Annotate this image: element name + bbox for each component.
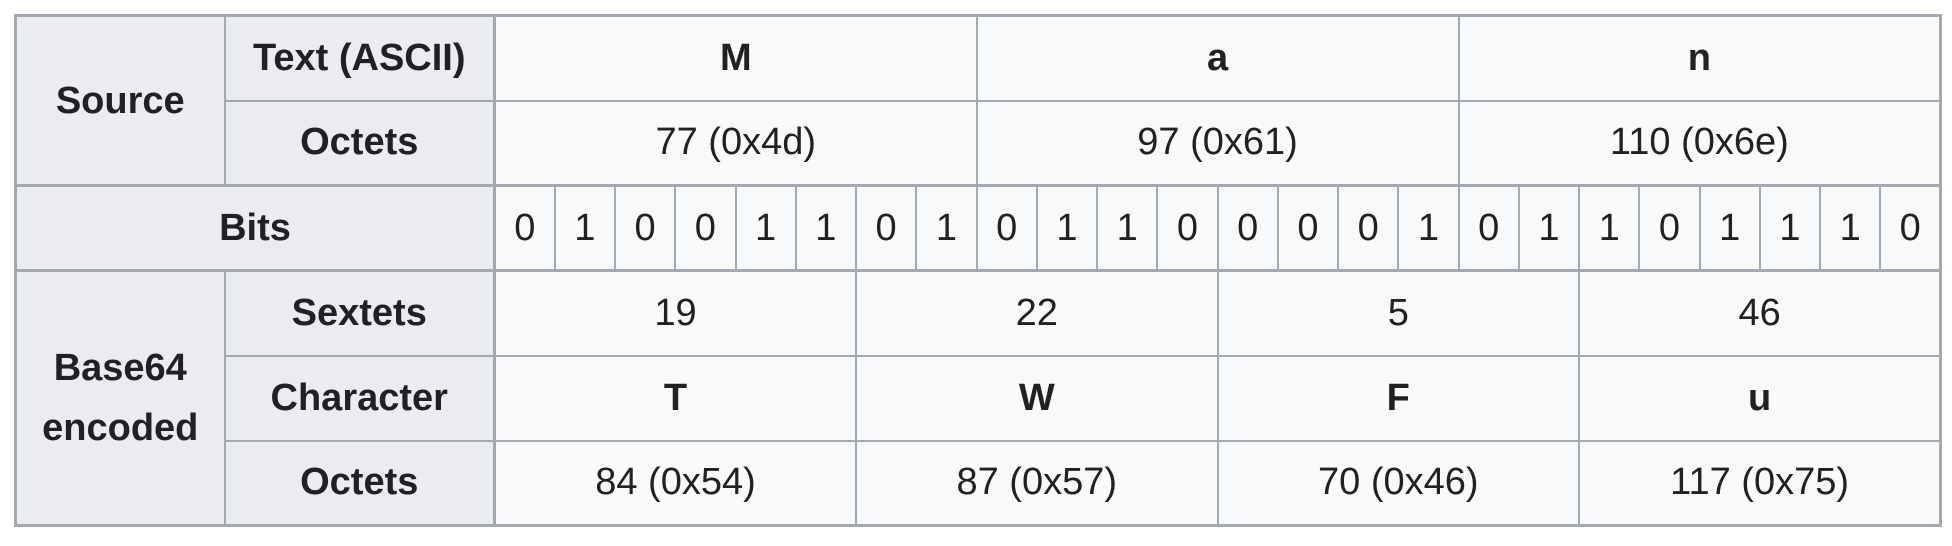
bit-cell: 0 bbox=[493, 184, 556, 272]
character-label: Character bbox=[223, 354, 496, 442]
sextet-cell: 19 bbox=[493, 269, 857, 357]
encoded-octets-label: Octets bbox=[223, 439, 496, 527]
encoded-octet-cell: 84 (0x54) bbox=[493, 439, 857, 527]
bit-cell: 1 bbox=[1758, 184, 1822, 272]
bit-cell: 0 bbox=[975, 184, 1038, 272]
sextets-row: Base64 encoded Sextets 19 22 5 46 bbox=[14, 269, 1942, 527]
source-octets-row: Octets 77 (0x4d) 97 (0x61) 110 (0x6e) bbox=[16, 99, 1942, 187]
source-char-cell: M bbox=[493, 14, 978, 102]
base64-encoding-table: Source Text (ASCII) M a n Octets 77 (0x4… bbox=[14, 14, 1943, 527]
bit-cell: 1 bbox=[915, 184, 978, 272]
encoded-char-cell: W bbox=[855, 354, 1219, 442]
bit-cell: 1 bbox=[1578, 184, 1641, 272]
bit-cell: 1 bbox=[1698, 184, 1761, 272]
encoded-group-label: Base64 encoded bbox=[14, 269, 226, 527]
encoded-group-label-line2: encoded bbox=[42, 407, 199, 449]
sextet-cell: 46 bbox=[1578, 269, 1942, 357]
encoded-octet-cell: 70 (0x46) bbox=[1216, 439, 1581, 527]
sextets-label: Sextets bbox=[223, 269, 496, 357]
source-char-cell: a bbox=[975, 14, 1460, 102]
bit-cell: 1 bbox=[1096, 184, 1159, 272]
bit-cell: 1 bbox=[794, 184, 858, 272]
source-group-label: Source bbox=[14, 14, 226, 187]
bit-cell: 1 bbox=[734, 184, 797, 272]
bit-cell: 0 bbox=[613, 184, 677, 272]
source-octet-cell: 110 (0x6e) bbox=[1457, 99, 1942, 187]
bit-cell: 1 bbox=[1819, 184, 1882, 272]
source-char-cell: n bbox=[1457, 14, 1942, 102]
encoded-char-cell: T bbox=[493, 354, 857, 442]
encoded-char-cell: F bbox=[1216, 354, 1581, 442]
source-text-row: Source Text (ASCII) M a n bbox=[14, 14, 1942, 187]
encoded-octet-cell: 117 (0x75) bbox=[1578, 439, 1942, 527]
source-octets-label: Octets bbox=[223, 99, 496, 187]
bit-cell: 0 bbox=[854, 184, 918, 272]
bits-row: Bits 0 1 0 0 1 1 0 1 0 1 1 0 0 0 0 1 0 1… bbox=[14, 184, 1942, 272]
bit-cell: 0 bbox=[1457, 184, 1520, 272]
bit-cell: 0 bbox=[1879, 184, 1942, 272]
bit-cell: 0 bbox=[1156, 184, 1219, 272]
bit-cell: 0 bbox=[1216, 184, 1279, 272]
source-octet-cell: 77 (0x4d) bbox=[493, 99, 978, 187]
bit-cell: 1 bbox=[553, 184, 617, 272]
sextet-cell: 5 bbox=[1216, 269, 1581, 357]
sextet-cell: 22 bbox=[855, 269, 1219, 357]
bit-cell: 1 bbox=[1035, 184, 1099, 272]
encoded-group-label-line1: Base64 bbox=[53, 347, 187, 389]
bit-cell: 1 bbox=[1517, 184, 1581, 272]
bit-cell: 0 bbox=[1638, 184, 1701, 272]
encoded-octets-row: Octets 84 (0x54) 87 (0x57) 70 (0x46) 117… bbox=[16, 439, 1942, 527]
bit-cell: 0 bbox=[674, 184, 737, 272]
source-octet-cell: 97 (0x61) bbox=[975, 99, 1460, 187]
encoded-octet-cell: 87 (0x57) bbox=[855, 439, 1219, 527]
bit-cell: 0 bbox=[1276, 184, 1340, 272]
bit-cell: 0 bbox=[1337, 184, 1400, 272]
text-ascii-label: Text (ASCII) bbox=[223, 14, 496, 102]
character-row: Character T W F u bbox=[16, 354, 1942, 442]
encoded-char-cell: u bbox=[1578, 354, 1942, 442]
bit-cell: 1 bbox=[1397, 184, 1460, 272]
bits-label: Bits bbox=[14, 184, 496, 272]
